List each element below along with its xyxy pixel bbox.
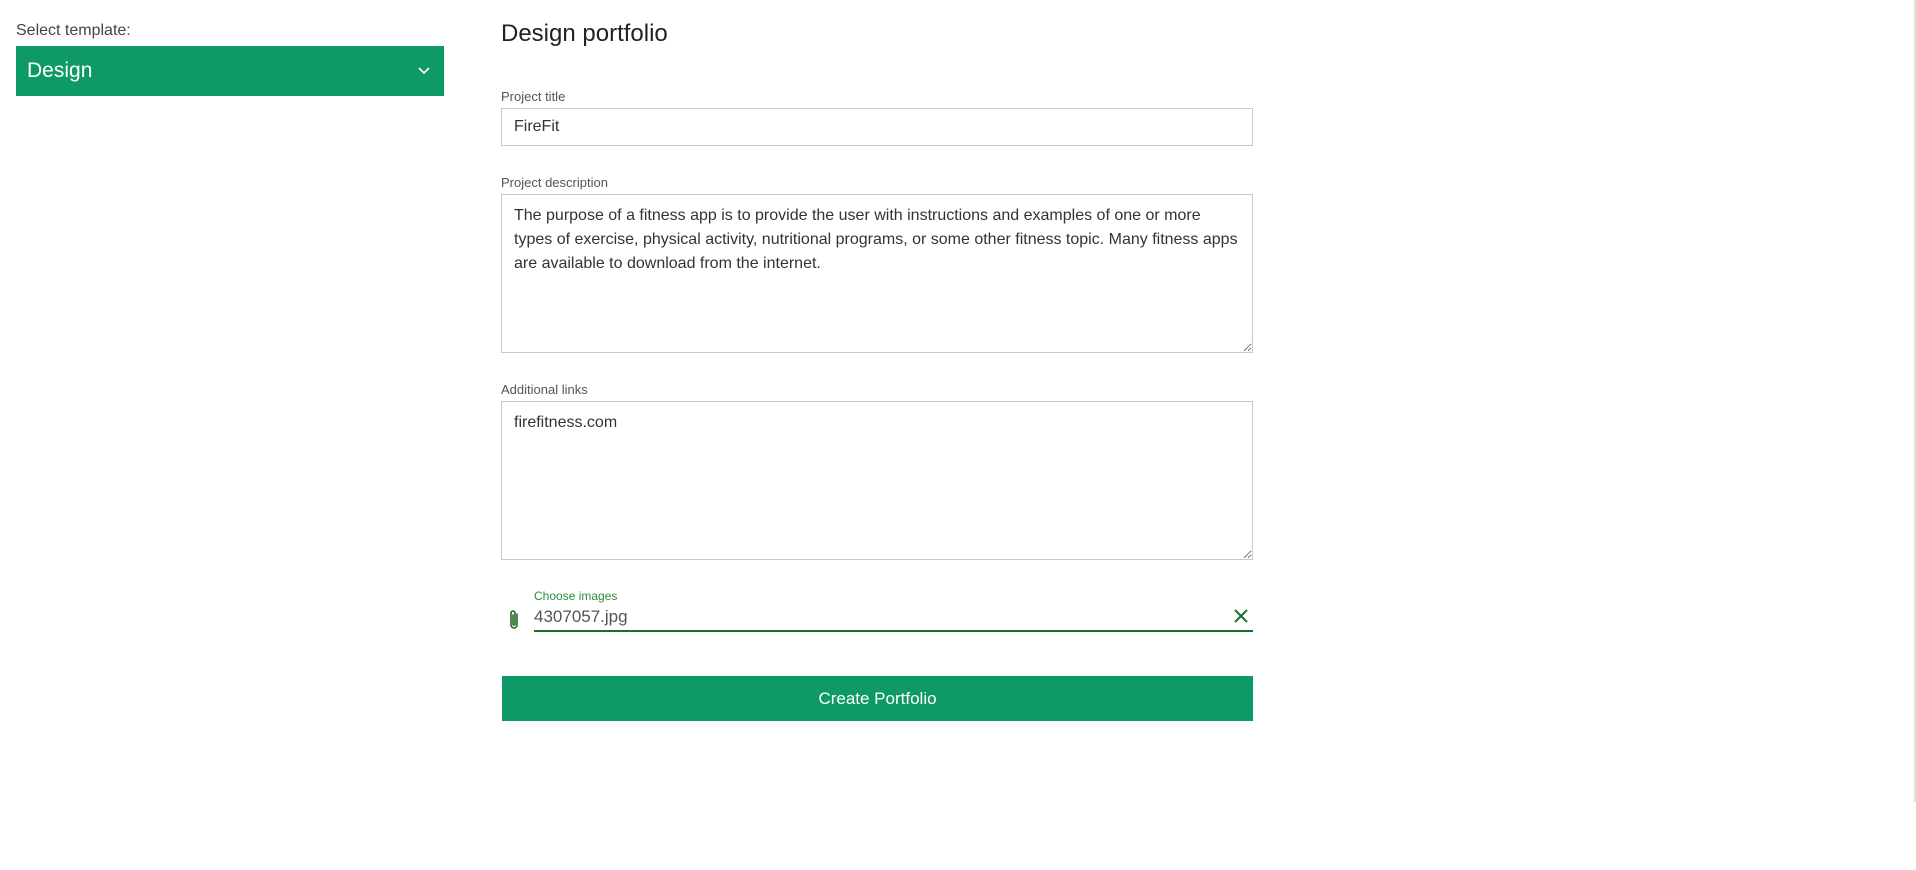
- file-input[interactable]: Choose images 4307057.jpg: [534, 588, 1253, 632]
- portfolio-form: Design portfolio Project title Project d…: [501, 16, 1253, 721]
- chevron-down-icon: [418, 67, 430, 75]
- project-title-input[interactable]: [501, 108, 1253, 146]
- create-portfolio-button[interactable]: Create Portfolio: [502, 676, 1253, 721]
- selected-file-name: 4307057.jpg: [534, 607, 628, 626]
- additional-links-textarea[interactable]: firefitness.com: [501, 401, 1253, 560]
- template-select[interactable]: Design: [16, 46, 444, 96]
- project-description-label: Project description: [501, 175, 608, 190]
- page-title: Design portfolio: [501, 20, 668, 47]
- project-description-textarea[interactable]: The purpose of a fitness app is to provi…: [501, 194, 1253, 353]
- template-sidebar: Select template: Design: [16, 22, 444, 96]
- paperclip-icon[interactable]: [505, 608, 523, 632]
- additional-links-label: Additional links: [501, 382, 588, 397]
- close-icon[interactable]: [1231, 606, 1251, 626]
- template-select-value: Design: [27, 59, 93, 82]
- project-title-label: Project title: [501, 89, 566, 104]
- choose-images-label: Choose images: [534, 589, 618, 603]
- image-upload-field[interactable]: Choose images 4307057.jpg: [501, 588, 1253, 632]
- select-template-label: Select template:: [16, 22, 131, 39]
